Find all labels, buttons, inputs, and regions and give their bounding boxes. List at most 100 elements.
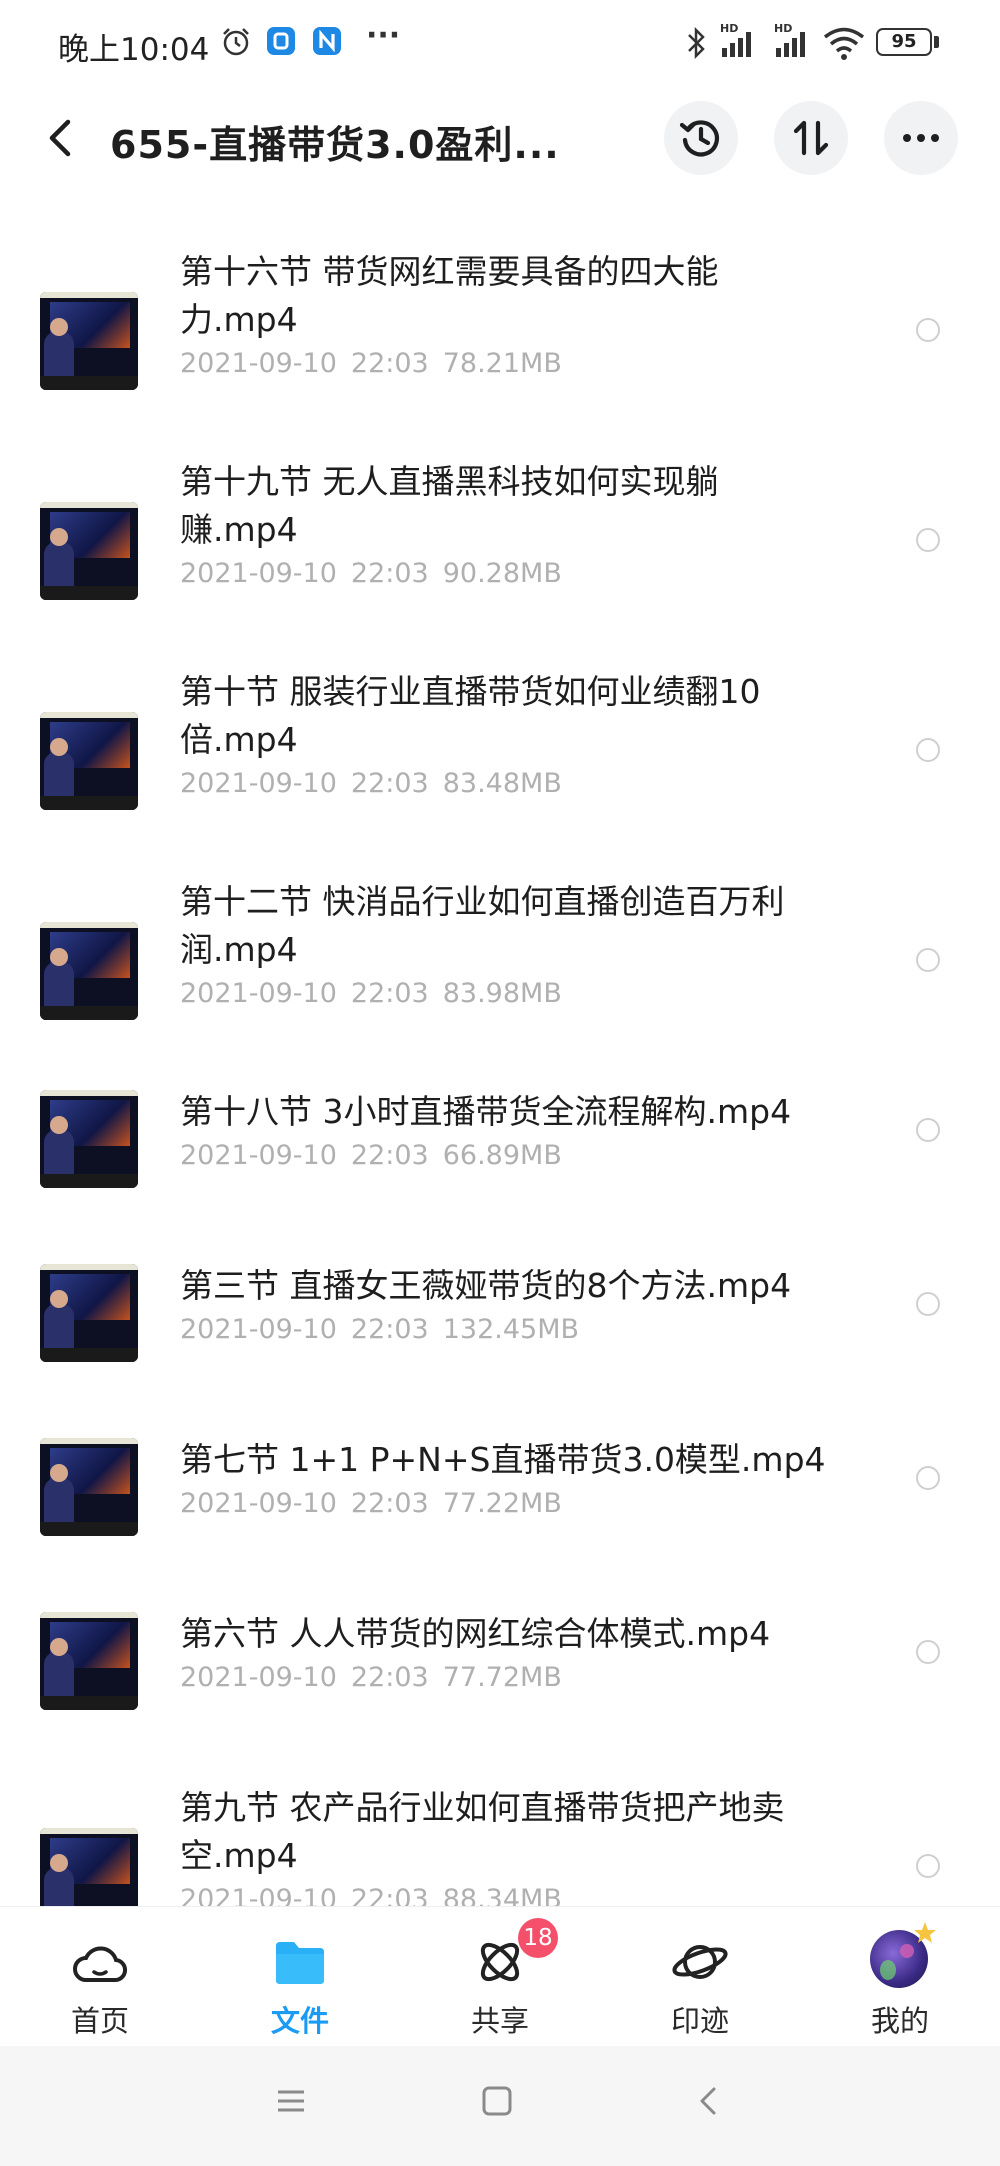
battery-tip	[934, 36, 939, 48]
file-row[interactable]: 第九节 农产品行业如何直播带货把产地卖 空.mp4 2021-09-10 22:03 8…	[0, 1784, 1000, 1906]
back-nav-icon[interactable]	[692, 2084, 726, 2118]
video-thumbnail	[40, 1828, 138, 1906]
file-size: 132.45MB	[442, 1314, 580, 1345]
video-thumbnail	[40, 292, 138, 390]
sort-button[interactable]	[774, 101, 848, 175]
file-meta: 2021-09-10 22:03 83.48MB	[180, 768, 562, 799]
file-date: 2021-09-10	[180, 1488, 337, 1519]
more-notifications: ···	[366, 18, 401, 53]
status-bar: 晚上10:04 ··· HD HD 95	[0, 0, 1000, 90]
tab-home[interactable]: 首页	[0, 1906, 200, 2046]
file-meta: 2021-09-10 22:03 78.21MB	[180, 348, 562, 379]
video-thumbnail	[40, 1612, 138, 1710]
file-meta: 2021-09-10 22:03 90.28MB	[180, 558, 562, 589]
select-checkbox[interactable]	[916, 1118, 940, 1142]
n-app-notification-icon	[313, 27, 341, 55]
more-options-button[interactable]	[884, 101, 958, 175]
file-row[interactable]: 第十节 服装行业直播带货如何业绩翻10 倍.mp4 2021-09-10 22:03 8…	[0, 668, 1000, 838]
file-date: 2021-09-10	[180, 1140, 337, 1171]
tab-share[interactable]: 18 共享	[400, 1906, 600, 2046]
wifi-icon	[823, 27, 865, 60]
select-checkbox[interactable]	[916, 1292, 940, 1316]
video-thumbnail	[40, 1090, 138, 1188]
tab-me-label: 我的	[870, 2004, 929, 2038]
file-size: 90.28MB	[442, 558, 562, 589]
file-size: 88.34MB	[442, 1884, 562, 1906]
file-name: 第十节 服装行业直播带货如何业绩翻10 倍.mp4	[180, 672, 761, 759]
cloud-icon	[73, 1946, 127, 1983]
file-date: 2021-09-10	[180, 558, 337, 589]
system-nav-bar	[0, 2046, 1000, 2166]
file-size: 83.48MB	[442, 768, 562, 799]
file-time: 22:03	[350, 768, 429, 799]
file-row[interactable]: 第七节 1+1 P+N+S直播带货3.0模型.mp4 2021-09-10 22:0…	[0, 1436, 1000, 1566]
status-time: 晚上10:04	[58, 32, 210, 68]
file-time: 22:03	[350, 1488, 429, 1519]
file-time: 22:03	[350, 978, 429, 1009]
planet-icon	[672, 1945, 728, 1979]
video-thumbnail	[40, 712, 138, 810]
file-name: 第十八节 3小时直播带货全流程解构.mp4	[180, 1092, 792, 1131]
file-row[interactable]: 第十八节 3小时直播带货全流程解构.mp4 2021-09-10 22:03 66.8…	[0, 1088, 1000, 1218]
file-size: 83.98MB	[442, 978, 562, 1009]
select-checkbox[interactable]	[916, 528, 940, 552]
file-name: 第九节 农产品行业如何直播带货把产地卖 空.mp4	[180, 1788, 785, 1875]
file-date: 2021-09-10	[180, 1314, 337, 1345]
select-checkbox[interactable]	[916, 1466, 940, 1490]
file-row[interactable]: 第三节 直播女王薇娅带货的8个方法.mp4 2021-09-10 22:03 132.…	[0, 1262, 1000, 1392]
file-row[interactable]: 第十六节 带货网红需要具备的四大能 力.mp4 2021-09-10 22:03 78.…	[0, 248, 1000, 418]
tab-files-label: 文件	[270, 2004, 329, 2038]
file-size: 77.22MB	[442, 1488, 562, 1519]
file-meta: 2021-09-10 22:03 66.89MB	[180, 1140, 562, 1171]
select-checkbox[interactable]	[916, 948, 940, 972]
alarm-icon	[223, 28, 249, 56]
select-checkbox[interactable]	[916, 1854, 940, 1878]
menu-nav-icon[interactable]	[274, 2084, 308, 2118]
select-checkbox[interactable]	[916, 1640, 940, 1664]
select-checkbox[interactable]	[916, 738, 940, 762]
file-size: 77.72MB	[442, 1662, 562, 1693]
history-icon	[679, 120, 720, 157]
file-name: 第七节 1+1 P+N+S直播带货3.0模型.mp4	[180, 1440, 826, 1479]
file-time: 22:03	[350, 348, 429, 379]
video-thumbnail	[40, 922, 138, 1020]
tab-me[interactable]: 我的	[800, 1906, 1000, 2046]
share-badge: 18	[518, 1918, 558, 1958]
app-notification-icon	[267, 27, 295, 55]
video-thumbnail	[40, 1438, 138, 1536]
tab-traces[interactable]: 印迹	[600, 1906, 800, 2046]
video-thumbnail	[40, 502, 138, 600]
file-row[interactable]: 第六节 人人带货的网红综合体模式.mp4 2021-09-10 22:03 77.72…	[0, 1610, 1000, 1740]
file-size: 78.21MB	[442, 348, 562, 379]
file-meta: 2021-09-10 22:03 77.22MB	[180, 1488, 562, 1519]
file-date: 2021-09-10	[180, 978, 337, 1009]
history-button[interactable]	[664, 101, 738, 175]
file-time: 22:03	[350, 558, 429, 589]
file-name: 第十六节 带货网红需要具备的四大能 力.mp4	[180, 252, 719, 339]
tab-traces-label: 印迹	[670, 2004, 729, 2038]
file-meta: 2021-09-10 22:03 83.98MB	[180, 978, 562, 1009]
home-nav-icon[interactable]	[480, 2084, 514, 2118]
select-checkbox[interactable]	[916, 318, 940, 342]
tab-share-label: 共享	[470, 2004, 529, 2038]
video-thumbnail	[40, 1264, 138, 1362]
file-date: 2021-09-10	[180, 348, 337, 379]
page-title: 655-直播带货3.0盈利...	[110, 123, 560, 167]
crown-star-icon	[914, 1922, 936, 1943]
signal-2-icon	[776, 32, 805, 57]
tab-files[interactable]: 文件	[200, 1906, 400, 2046]
file-time: 22:03	[350, 1314, 429, 1345]
file-time: 22:03	[350, 1884, 429, 1906]
file-name: 第六节 人人带货的网红综合体模式.mp4	[180, 1614, 771, 1653]
sort-icon	[793, 120, 829, 156]
file-time: 22:03	[350, 1140, 429, 1171]
back-arrow-icon[interactable]	[40, 116, 80, 160]
file-meta: 2021-09-10 22:03 77.72MB	[180, 1662, 562, 1693]
bluetooth-icon	[688, 26, 705, 60]
file-row[interactable]: 第十九节 无人直播黑科技如何实现躺 赚.mp4 2021-09-10 22:03 90.…	[0, 458, 1000, 628]
file-name: 第十九节 无人直播黑科技如何实现躺 赚.mp4	[180, 462, 719, 549]
signal-1-icon	[722, 32, 751, 57]
file-name: 第三节 直播女王薇娅带货的8个方法.mp4	[180, 1266, 792, 1305]
file-row[interactable]: 第十二节 快消品行业如何直播创造百万利 润.mp4 2021-09-10 22:03 8…	[0, 878, 1000, 1048]
more-icon	[903, 134, 939, 142]
